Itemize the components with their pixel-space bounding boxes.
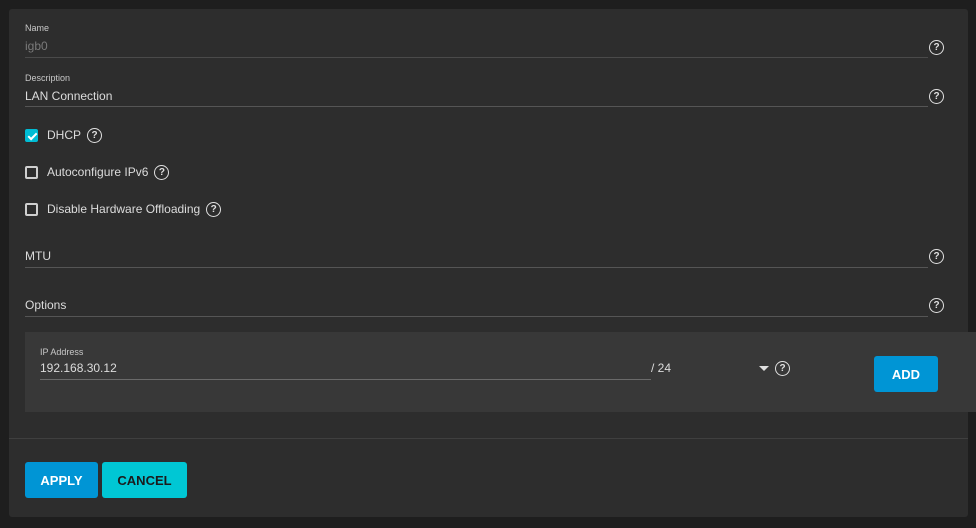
mtu-help-icon[interactable]: ? bbox=[929, 249, 944, 264]
add-button[interactable]: ADD bbox=[874, 356, 938, 392]
mtu-underline bbox=[25, 267, 928, 268]
name-label: Name bbox=[25, 23, 50, 33]
dhcp-help-icon[interactable]: ? bbox=[87, 127, 103, 143]
ip-address-underline bbox=[40, 379, 651, 380]
options-underline bbox=[25, 316, 928, 317]
description-label: Description bbox=[25, 73, 71, 83]
name-underline bbox=[25, 57, 928, 58]
caret-down-icon[interactable] bbox=[759, 366, 769, 371]
dhcp-row: DHCP ? bbox=[25, 126, 103, 144]
options-help-icon[interactable]: ? bbox=[929, 298, 944, 313]
ip-address-panel: IP Address 192.168.30.12 / 24 ? ADD bbox=[25, 332, 976, 412]
description-input[interactable]: LAN Connection bbox=[25, 89, 112, 103]
disable-hw-offloading-help-icon[interactable]: ? bbox=[206, 201, 222, 217]
disable-hw-offloading-checkbox[interactable] bbox=[25, 202, 38, 216]
mtu-placeholder[interactable]: MTU bbox=[25, 249, 51, 263]
autoconfigure-ipv6-checkbox[interactable] bbox=[25, 165, 38, 179]
description-help-icon[interactable]: ? bbox=[929, 89, 944, 104]
ip-address-help-icon[interactable]: ? bbox=[775, 361, 790, 376]
autoconfigure-ipv6-help-icon[interactable]: ? bbox=[154, 164, 170, 180]
name-help-icon[interactable]: ? bbox=[929, 40, 944, 55]
dhcp-label[interactable]: DHCP bbox=[47, 128, 81, 142]
name-field: Name igb0 bbox=[25, 23, 928, 59]
footer-divider bbox=[9, 438, 968, 439]
disable-hw-offloading-row: Disable Hardware Offloading ? bbox=[25, 200, 222, 218]
dhcp-checkbox[interactable] bbox=[25, 128, 38, 142]
cancel-button[interactable]: CANCEL bbox=[102, 462, 187, 498]
options-placeholder[interactable]: Options bbox=[25, 298, 66, 312]
disable-hw-offloading-label[interactable]: Disable Hardware Offloading bbox=[47, 202, 200, 216]
description-field[interactable]: Description LAN Connection bbox=[25, 73, 928, 109]
autoconfigure-ipv6-row: Autoconfigure IPv6 ? bbox=[25, 163, 170, 181]
mtu-field[interactable]: MTU bbox=[25, 247, 928, 269]
ip-address-input[interactable]: 192.168.30.12 bbox=[40, 361, 117, 375]
network-interface-form: Name igb0 ? Description LAN Connection ?… bbox=[9, 9, 976, 517]
description-underline bbox=[25, 106, 928, 107]
apply-button[interactable]: APPLY bbox=[25, 462, 98, 498]
autoconfigure-ipv6-label[interactable]: Autoconfigure IPv6 bbox=[47, 165, 148, 179]
netmask-select[interactable]: / 24 bbox=[651, 361, 671, 375]
ip-address-label: IP Address bbox=[40, 347, 84, 357]
options-field[interactable]: Options bbox=[25, 296, 928, 318]
name-input: igb0 bbox=[25, 39, 48, 53]
